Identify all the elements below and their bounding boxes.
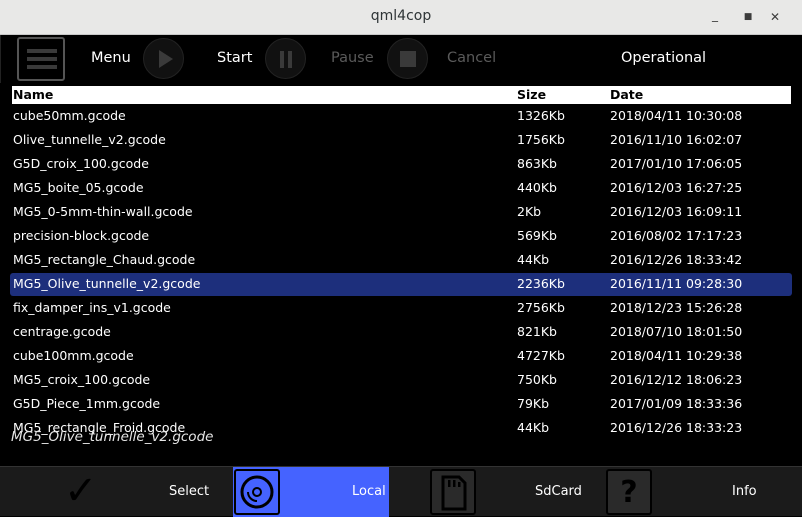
file-name-cell: MG5_boite_05.gcode (13, 180, 144, 195)
file-date-cell: 2018/04/11 10:30:08 (610, 108, 743, 123)
file-name-cell: G5D_croix_100.gcode (13, 156, 149, 171)
maximize-icon[interactable]: ■ (739, 8, 757, 26)
table-row[interactable]: cube100mm.gcode 4727Kb 2018/04/11 10:29:38 (10, 345, 792, 368)
select-label: Select (169, 484, 210, 499)
menu-label[interactable]: Menu (91, 50, 131, 66)
table-row[interactable]: MG5_croix_100.gcode 750Kb 2016/12/12 18:06… (10, 369, 792, 392)
file-date-cell: 2017/01/09 18:33:36 (610, 396, 743, 411)
file-size-cell: 4727Kb (517, 348, 565, 363)
table-row[interactable]: MG5_0-5mm-thin-wall.gcode 2Kb 2016/12/03 1… (10, 201, 792, 224)
pause-button[interactable] (265, 38, 306, 79)
file-size-cell: 821Kb (517, 324, 557, 339)
start-label[interactable]: Start (217, 50, 252, 66)
check-icon: ✓ (64, 468, 98, 514)
file-size-cell: 2236Kb (517, 276, 565, 291)
file-date-cell: 2016/12/03 16:27:25 (610, 180, 743, 195)
file-size-cell: 44Kb (517, 252, 550, 267)
info-label: Info (732, 484, 757, 499)
file-size-cell: 569Kb (517, 228, 557, 243)
table-row[interactable]: cube50mm.gcode 1326Kb 2018/04/11 10:30:08 (10, 105, 792, 128)
file-size-cell: 750Kb (517, 372, 557, 387)
file-name-cell: G5D_Piece_1mm.gcode (13, 396, 161, 411)
stop-icon (400, 51, 416, 67)
table-row[interactable]: MG5_Olive_tunnelle_v2.gcode 2236Kb 2016/11… (10, 273, 792, 296)
toolbar: Menu Start Pause Cancel Operational (0, 35, 802, 83)
local-tab[interactable]: Local (233, 467, 389, 517)
file-name-cell: centrage.gcode (13, 324, 111, 339)
selected-file-label: MG5_Olive_tunnelle_v2.gcode (11, 429, 214, 445)
pause-icon (280, 51, 292, 68)
printer-status: Operational (621, 50, 707, 66)
column-header-size[interactable]: Size (517, 87, 546, 102)
play-icon (159, 50, 173, 68)
file-date-cell: 2018/12/23 15:26:28 (610, 300, 743, 315)
menu-button[interactable] (17, 37, 65, 81)
file-date-cell: 2018/07/10 18:01:50 (610, 324, 743, 339)
start-button[interactable] (143, 38, 184, 79)
table-row[interactable]: fix_damper_ins_v1.gcode 2756Kb 2018/12/23 … (10, 297, 792, 320)
info-tab[interactable]: ? Info (606, 467, 802, 517)
sdcard-label: SdCard (535, 484, 582, 499)
file-table[interactable]: Name Size Date cube50mm.gcode 1326Kb 2018/… (10, 86, 792, 450)
table-row[interactable]: Olive_tunnelle_v2.gcode 1756Kb 2016/11/10 … (10, 129, 792, 152)
file-date-cell: 2016/12/03 16:09:11 (610, 204, 743, 219)
table-row[interactable]: centrage.gcode 821Kb 2018/07/10 18:01:50 (10, 321, 792, 344)
file-size-cell: 440Kb (517, 180, 557, 195)
file-name-cell: MG5_croix_100.gcode (13, 372, 151, 387)
table-row[interactable]: G5D_Piece_1mm.gcode 79Kb 2017/01/09 18:33:… (10, 393, 792, 416)
file-date-cell: 2016/08/02 17:17:23 (610, 228, 743, 243)
file-size-cell: 1326Kb (517, 108, 565, 123)
file-size-cell: 44Kb (517, 420, 550, 435)
file-date-cell: 2016/12/26 18:33:23 (610, 420, 743, 435)
column-header-date[interactable]: Date (610, 87, 643, 102)
column-header-name[interactable]: Name (13, 87, 53, 102)
bottom-bar: ✓ Select Local SdCard ? Info (0, 466, 802, 517)
cancel-button[interactable] (387, 38, 428, 79)
file-name-cell: fix_damper_ins_v1.gcode (13, 300, 171, 315)
file-name-cell: precision-block.gcode (13, 228, 150, 243)
help-icon: ? (606, 469, 652, 515)
local-label: Local (352, 484, 386, 499)
minimize-icon[interactable]: _ (706, 6, 724, 24)
file-date-cell: 2017/01/10 17:06:05 (610, 156, 743, 171)
file-size-cell: 863Kb (517, 156, 557, 171)
file-size-cell: 2756Kb (517, 300, 565, 315)
table-row[interactable]: G5D_croix_100.gcode 863Kb 2017/01/10 17:06… (10, 153, 792, 176)
file-name-cell: MG5_rectangle_Chaud.gcode (13, 252, 196, 267)
file-size-cell: 79Kb (517, 396, 550, 411)
file-name-cell: MG5_0-5mm-thin-wall.gcode (13, 204, 193, 219)
select-tab[interactable]: ✓ Select (0, 467, 232, 517)
disc-icon (234, 469, 280, 515)
window-title: qml4cop (370, 8, 432, 24)
app-window: qml4cop _ ■ ✕ Menu Start Pause Cancel Op… (0, 0, 802, 517)
file-date-cell: 2018/04/11 10:29:38 (610, 348, 743, 363)
table-row[interactable]: precision-block.gcode 569Kb 2016/08/02 17:… (10, 225, 792, 248)
close-icon[interactable]: ✕ (766, 8, 784, 26)
hamburger-icon (27, 49, 57, 53)
file-size-cell: 2Kb (517, 204, 542, 219)
file-name-cell: Olive_tunnelle_v2.gcode (13, 132, 166, 147)
file-date-cell: 2016/11/10 16:02:07 (610, 132, 743, 147)
file-date-cell: 2016/12/26 18:33:42 (610, 252, 743, 267)
sdcard-tab[interactable]: SdCard (390, 467, 605, 517)
pause-label[interactable]: Pause (331, 50, 374, 66)
file-size-cell: 1756Kb (517, 132, 565, 147)
sdcard-icon (430, 469, 476, 515)
file-name-cell: MG5_Olive_tunnelle_v2.gcode (13, 276, 201, 291)
table-row[interactable]: MG5_boite_05.gcode 440Kb 2016/12/03 16:27:… (10, 177, 792, 200)
file-name-cell: cube50mm.gcode (13, 108, 126, 123)
file-date-cell: 2016/11/11 09:28:30 (610, 276, 743, 291)
title-bar: qml4cop _ ■ ✕ (0, 0, 802, 35)
file-date-cell: 2016/12/12 18:06:23 (610, 372, 743, 387)
cancel-label[interactable]: Cancel (447, 50, 496, 66)
file-name-cell: cube100mm.gcode (13, 348, 134, 363)
table-row[interactable]: MG5_rectangle_Chaud.gcode 44Kb 2016/12/26 … (10, 249, 792, 272)
table-header: Name Size Date (12, 86, 791, 104)
